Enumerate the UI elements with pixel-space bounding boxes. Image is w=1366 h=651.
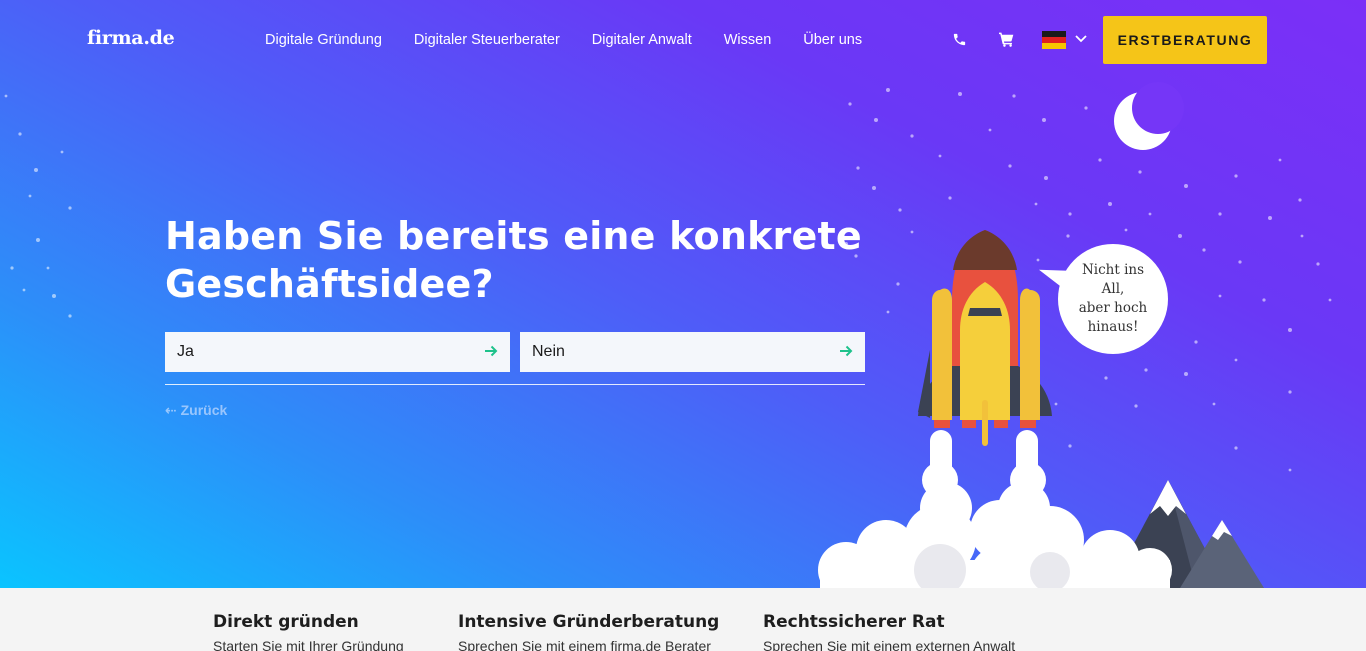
answer-no-label: Nein xyxy=(532,343,565,360)
nav-item-wissen[interactable]: Wissen xyxy=(724,32,772,48)
chevron-down-icon[interactable] xyxy=(1074,30,1088,53)
main-nav: Digitale Gründung Digitaler Steuerberate… xyxy=(265,32,862,48)
hero-section: firma.de Digitale Gründung Digitaler Ste… xyxy=(0,0,1366,588)
bubble-line-2: aber hoch xyxy=(1078,300,1148,316)
back-link[interactable]: ⇠ Zurück xyxy=(165,402,227,419)
service-option-link[interactable]: Sprechen Sie mit einem firma.de Berater xyxy=(458,638,719,651)
headline-line-2: Geschäftsidee? xyxy=(165,262,494,306)
answer-yes-label: Ja xyxy=(177,343,194,360)
back-link-label: Zurück xyxy=(180,402,228,418)
top-navigation-bar: firma.de Digitale Gründung Digitaler Ste… xyxy=(0,0,1366,80)
bubble-line-3: hinaus! xyxy=(1087,319,1139,335)
arrow-right-icon xyxy=(484,345,498,360)
answers-divider xyxy=(165,384,865,385)
service-option-title: Rechtssicherer Rat xyxy=(763,612,945,632)
rocket-icon xyxy=(918,230,1052,446)
service-options-section: Direkt gründen Starten Sie mit Ihrer Grü… xyxy=(0,588,1366,651)
service-option-link[interactable]: Starten Sie mit Ihrer Gründung xyxy=(213,638,404,651)
arrow-left-icon: ⇠ xyxy=(165,402,181,418)
rocket-launch-illustration xyxy=(818,82,1264,588)
service-option-title: Direkt gründen xyxy=(213,612,359,632)
page-title: Haben Sie bereits eine konkrete Geschäft… xyxy=(165,212,865,308)
service-option-rechtssicherer-rat[interactable]: Rechtssicherer Rat Sprechen Sie mit eine… xyxy=(763,612,1015,651)
service-option-link[interactable]: Sprechen Sie mit einem externen Anwalt xyxy=(763,638,1015,651)
erstberatung-button[interactable]: ERSTBERATUNG xyxy=(1103,16,1267,64)
phone-icon[interactable] xyxy=(948,28,970,50)
headline-line-1: Haben Sie bereits eine konkrete xyxy=(165,214,862,258)
service-option-direkt-gruenden[interactable]: Direkt gründen Starten Sie mit Ihrer Grü… xyxy=(213,612,404,651)
service-option-title: Intensive Gründerberatung xyxy=(458,612,720,632)
nav-item-digitale-gruendung[interactable]: Digitale Gründung xyxy=(265,32,382,48)
nav-item-ueber-uns[interactable]: Über uns xyxy=(803,32,862,48)
cart-icon[interactable] xyxy=(995,28,1017,50)
german-flag-icon[interactable] xyxy=(1042,31,1066,49)
smoke-clouds-decoration xyxy=(818,430,1172,588)
nav-item-digitaler-anwalt[interactable]: Digitaler Anwalt xyxy=(592,32,692,48)
firma-logo[interactable]: firma.de xyxy=(87,27,175,49)
speech-bubble: Nicht ins All, aber hoch hinaus! xyxy=(1058,244,1168,354)
answer-yes-button[interactable]: Ja xyxy=(165,332,510,372)
service-option-gruenderberatung[interactable]: Intensive Gründerberatung Sprechen Sie m… xyxy=(458,612,719,651)
bubble-line-1: Nicht ins All, xyxy=(1081,262,1145,297)
nav-item-digitaler-steuerberater[interactable]: Digitaler Steuerberater xyxy=(414,32,560,48)
moon-icon xyxy=(1114,82,1184,150)
